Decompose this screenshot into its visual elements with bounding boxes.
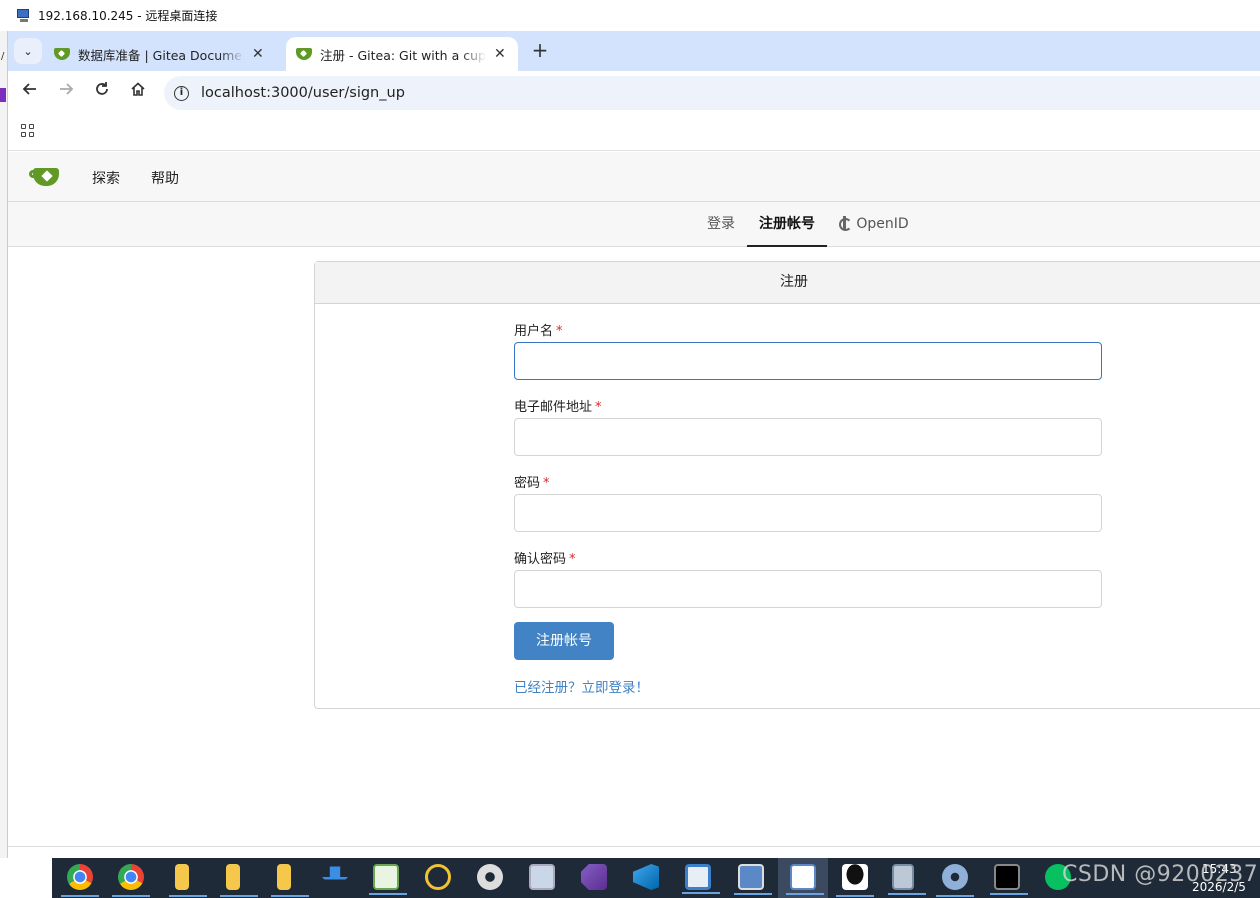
purple-marker [0, 88, 6, 102]
gitea-favicon-icon [296, 48, 312, 60]
confirm-password-label: 确认密码 * [514, 548, 576, 567]
qq-icon[interactable] [836, 864, 874, 897]
home-icon [131, 82, 145, 96]
back-button[interactable] [18, 80, 42, 104]
username-label-text: 用户名 [514, 324, 554, 339]
notepad-icon[interactable] [369, 864, 407, 895]
left-strip-mark: / [1, 51, 5, 62]
confirm-password-input[interactable] [514, 570, 1102, 608]
remote-desktop-icon [16, 8, 32, 23]
settings-icon[interactable] [477, 864, 503, 890]
folder-icon[interactable] [271, 864, 309, 897]
required-marker: * [556, 324, 563, 339]
remote-desktop-titlebar: 192.168.10.245 - 远程桌面连接 [0, 0, 1260, 31]
visual-studio-icon[interactable] [581, 864, 607, 890]
page-divider [8, 846, 1260, 847]
gear-settings-icon[interactable] [936, 864, 974, 897]
openid-icon [839, 216, 853, 231]
arrow-left-icon [22, 83, 36, 95]
home-button[interactable] [126, 80, 150, 104]
username-input[interactable] [514, 342, 1102, 380]
tab-register[interactable]: 注册帐号 [747, 202, 827, 247]
remote-desktop-title: 192.168.10.245 - 远程桌面连接 [38, 9, 218, 23]
register-button[interactable]: 注册帐号 [514, 622, 614, 660]
signin-link[interactable]: 已经注册？立即登录！ [514, 676, 649, 696]
tab-openid-label: OpenID [856, 216, 909, 232]
chrome-icon[interactable] [61, 864, 99, 897]
required-marker: * [595, 400, 602, 415]
navicat-icon[interactable] [425, 864, 451, 890]
close-tab-icon[interactable]: ✕ [252, 46, 264, 62]
password-label: 密码 * [514, 472, 550, 491]
nav-help-link[interactable]: 帮助 [151, 168, 179, 188]
tab-gitea-sign-up[interactable]: 注册 - Gitea: Git with a cup of tea ✕ [286, 37, 518, 71]
confirm-password-label-text: 确认密码 [514, 552, 567, 567]
arrow-right-icon [60, 83, 74, 95]
forward-button[interactable] [54, 80, 78, 104]
tab-login-label: 登录 [707, 216, 735, 232]
task-manager-icon[interactable] [529, 864, 555, 890]
email-label-text: 电子邮件地址 [514, 400, 593, 415]
gitea-logo-icon[interactable] [29, 166, 61, 188]
new-tab-button[interactable]: + [528, 39, 552, 63]
folder-icon[interactable] [220, 864, 258, 897]
password-input[interactable] [514, 494, 1102, 532]
username-label: 用户名 * [514, 320, 563, 339]
folder-icon[interactable] [169, 864, 207, 897]
tab-gitea-documentation[interactable]: 数据库准备 | Gitea Documentation ✕ [44, 37, 276, 71]
required-marker: * [569, 552, 576, 567]
email-input[interactable] [514, 418, 1102, 456]
browser-tab-strip: ⌄ 数据库准备 | Gitea Documentation ✕ 注册 - Git… [8, 31, 1260, 71]
browser-toolbar: i localhost:3000/user/sign_up [8, 71, 1260, 113]
reload-icon [96, 82, 108, 95]
terminal-icon[interactable] [990, 864, 1028, 895]
chevron-down-icon: ⌄ [23, 44, 33, 58]
tab-title: 数据库准备 | Gitea Documentation [78, 47, 244, 63]
bookmarks-bar [8, 113, 1260, 151]
tab-title: 注册 - Gitea: Git with a cup of tea [320, 47, 486, 63]
gitea-navbar: 探索 帮助 [8, 152, 1260, 202]
chrome-icon[interactable] [112, 864, 150, 897]
background-window-strip: / [0, 31, 8, 858]
window-app-icon[interactable] [682, 864, 720, 894]
required-marker: * [543, 476, 550, 491]
watermark-text: CSDN @9200237 [1062, 862, 1259, 887]
signup-card: 注册 用户名 * 电子邮件地址 * 密码 * 确认密码 * 注册帐号 已经注册？立即登录… [314, 261, 1260, 709]
site-info-icon[interactable]: i [174, 85, 189, 101]
download-icon[interactable] [322, 864, 348, 890]
calendar-icon[interactable] [786, 864, 824, 895]
calculator-icon[interactable] [888, 864, 926, 895]
close-tab-icon[interactable]: ✕ [494, 46, 506, 62]
url-text[interactable]: localhost:3000/user/sign_up [201, 85, 405, 101]
signup-card-header: 注册 [315, 262, 1260, 304]
vscode-icon[interactable] [633, 864, 659, 890]
tab-login[interactable]: 登录 [698, 202, 744, 247]
reload-button[interactable] [90, 80, 114, 104]
tab-openid[interactable]: OpenID [834, 202, 914, 247]
apps-grid-icon[interactable] [21, 124, 35, 138]
tab-search-button[interactable]: ⌄ [14, 38, 42, 64]
tab-register-label: 注册帐号 [759, 216, 815, 232]
gitea-favicon-icon [54, 48, 70, 60]
address-bar[interactable]: i localhost:3000/user/sign_up [164, 76, 1260, 110]
password-label-text: 密码 [514, 476, 541, 491]
nav-explore-link[interactable]: 探索 [92, 168, 120, 188]
email-label: 电子邮件地址 * [514, 396, 602, 415]
auth-tabs: 登录 注册帐号 OpenID [8, 202, 1260, 247]
remote-desktop-taskbar-icon[interactable] [734, 864, 772, 895]
